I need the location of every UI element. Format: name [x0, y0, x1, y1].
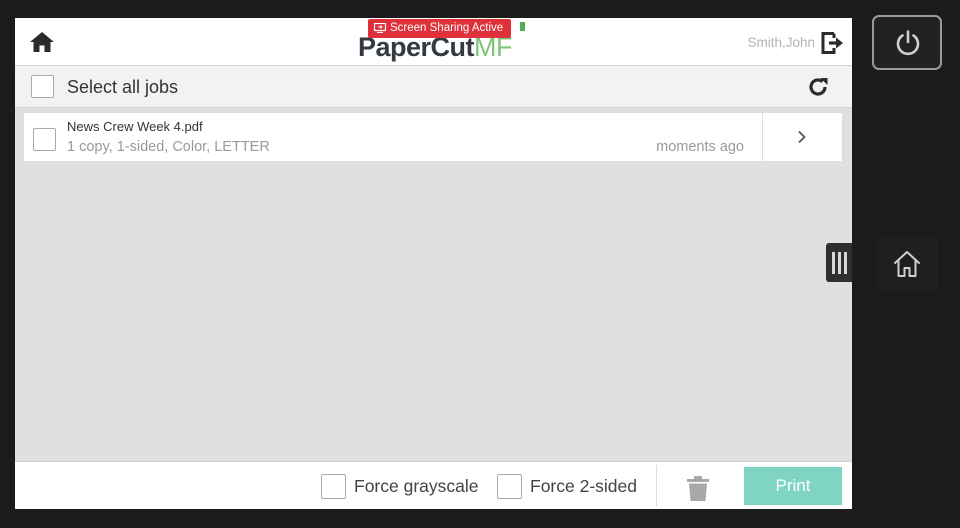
screen-sharing-text: Screen Sharing Active — [390, 22, 504, 34]
job-row[interactable]: News Crew Week 4.pdf 1 copy, 1-sided, Co… — [23, 112, 843, 162]
handle-bar — [838, 252, 841, 274]
home-button[interactable] — [29, 31, 55, 53]
top-bar: PaperCutMF Screen Sharing Active Smith,J… — [15, 18, 852, 66]
print-button[interactable]: Print — [744, 467, 842, 505]
banner-accent — [520, 22, 525, 31]
user-name: Smith,John — [747, 35, 815, 50]
logout-button[interactable] — [821, 32, 845, 54]
refresh-icon — [809, 78, 828, 96]
delete-job-button[interactable] — [687, 476, 709, 501]
handle-bar — [844, 252, 847, 274]
select-bar: Select all jobs — [15, 66, 852, 108]
printer-screen: PaperCutMF Screen Sharing Active Smith,J… — [15, 18, 852, 509]
job-details: 1 copy, 1-sided, Color, LETTER — [67, 139, 270, 155]
force-2sided-checkbox[interactable] — [497, 474, 522, 499]
power-button[interactable] — [872, 15, 942, 70]
bottom-bar: Force grayscale Force 2-sided Print — [15, 461, 852, 509]
power-icon — [896, 30, 920, 56]
job-name: News Crew Week 4.pdf — [67, 119, 203, 134]
refresh-button[interactable] — [807, 76, 829, 98]
force-grayscale-label: Force grayscale — [354, 476, 479, 496]
handle-bar — [832, 252, 835, 274]
screen-sharing-banner: Screen Sharing Active — [368, 19, 512, 38]
screen-share-icon — [373, 22, 387, 34]
job-details-button[interactable] — [762, 113, 843, 161]
home-outline-icon — [894, 251, 920, 277]
device-home-button[interactable] — [876, 236, 938, 292]
force-grayscale-checkbox[interactable] — [321, 474, 346, 499]
trash-icon — [687, 476, 709, 501]
job-time: moments ago — [656, 139, 744, 155]
select-all-label: Select all jobs — [67, 77, 179, 97]
side-panel-handle[interactable] — [826, 243, 852, 282]
select-all-checkbox[interactable] — [31, 75, 54, 98]
force-2sided-label: Force 2-sided — [530, 476, 637, 496]
chevron-right-icon — [798, 130, 806, 144]
logout-icon — [821, 32, 843, 54]
job-checkbox[interactable] — [33, 128, 56, 151]
footer-divider — [656, 465, 657, 506]
home-icon — [30, 32, 54, 52]
